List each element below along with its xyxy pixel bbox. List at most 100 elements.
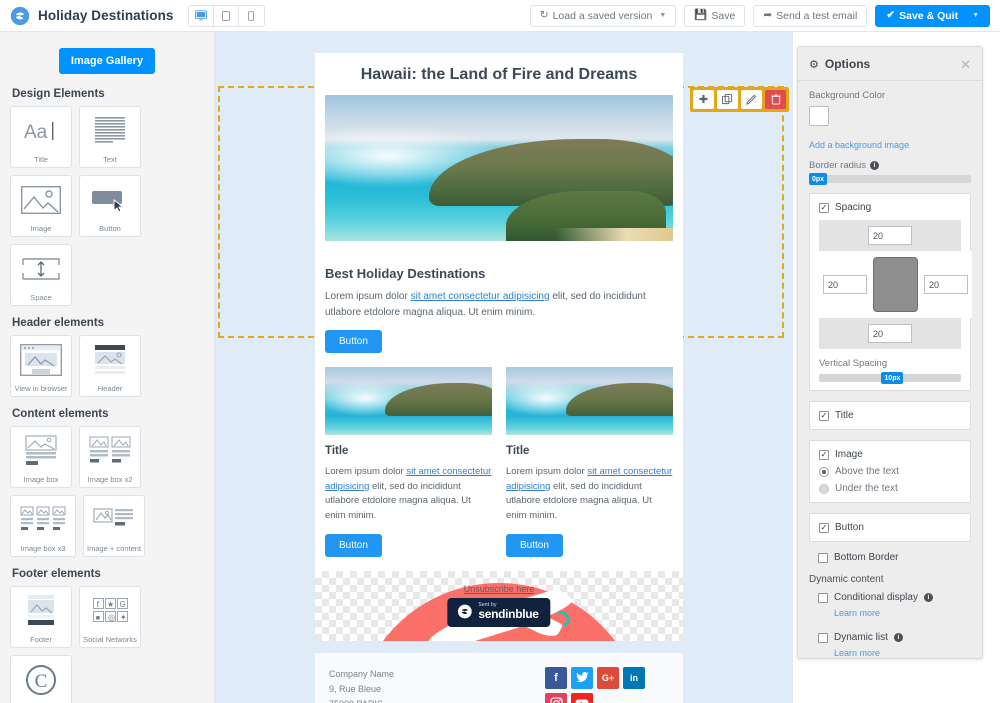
email-footer-block[interactable]: Company Name 9, Rue Bleue 75009 PARIS co…: [315, 652, 683, 703]
element-tile-space[interactable]: Space: [10, 244, 72, 306]
send-test-email-button[interactable]: ➦ Send a test email: [753, 4, 868, 27]
image-above-text-label: Above the text: [835, 466, 899, 477]
spacing-left-input[interactable]: [823, 275, 867, 294]
vertical-spacing-value[interactable]: 10px: [881, 372, 904, 384]
history-icon: ↻: [539, 9, 549, 22]
element-tile-button[interactable]: Button: [79, 175, 141, 237]
bottom-border-checkbox[interactable]: [818, 552, 828, 563]
element-tile-copyright[interactable]: C Copyright: [10, 655, 72, 703]
element-tile-view-in-browser[interactable]: View in browser: [10, 335, 72, 397]
youtube-icon[interactable]: [571, 692, 593, 703]
button-option-label: Button: [835, 522, 864, 533]
button-toggle-row[interactable]: Button: [819, 522, 961, 533]
title-checkbox[interactable]: [819, 410, 829, 421]
border-radius-slider[interactable]: 0px: [809, 173, 971, 185]
column-right-image[interactable]: [506, 367, 673, 435]
image-gallery-button[interactable]: Image Gallery: [58, 48, 156, 74]
add-block-button[interactable]: ✚: [693, 90, 714, 109]
image-above-text-row[interactable]: Above the text: [819, 466, 961, 477]
dynamic-list-row[interactable]: Dynamic list i: [818, 632, 971, 643]
border-radius-value[interactable]: 0px: [809, 173, 828, 185]
image-under-text-radio[interactable]: [819, 483, 829, 494]
conditional-display-learn-more-link[interactable]: Learn more: [834, 608, 880, 618]
sendinblue-name: sendinblue: [478, 607, 539, 622]
element-tile-image-box-x3[interactable]: Image box x3: [10, 495, 76, 557]
column-right-cta-button[interactable]: Button: [506, 533, 563, 557]
spacing-checkbox[interactable]: [819, 202, 829, 213]
linkedin-icon[interactable]: in: [623, 666, 645, 689]
instagram-icon[interactable]: [545, 692, 567, 703]
dynamic-list-learn-more-link[interactable]: Learn more: [834, 648, 880, 658]
bottom-border-row[interactable]: Bottom Border: [818, 552, 971, 563]
top-toolbar: Holiday Destinations ↻ Load a saved vers…: [0, 0, 1000, 32]
element-tile-header[interactable]: Header: [79, 335, 141, 397]
background-color-swatch[interactable]: [809, 106, 829, 126]
desktop-preview-button[interactable]: [188, 5, 214, 26]
close-icon[interactable]: ✕: [960, 58, 971, 71]
social-grid-icon: f ★ G ■ ◎ ✦: [80, 587, 140, 636]
info-icon[interactable]: i: [893, 633, 903, 642]
twitter-icon[interactable]: [571, 666, 593, 689]
info-icon[interactable]: i: [870, 161, 880, 170]
vertical-spacing-slider[interactable]: 10px: [819, 372, 961, 384]
column-left[interactable]: Title Lorem ipsum dolor sit amet consect…: [325, 367, 492, 557]
desktop-icon: [194, 10, 207, 21]
hero-image-block[interactable]: [315, 95, 683, 255]
image-above-text-radio[interactable]: [819, 466, 829, 477]
element-tile-text[interactable]: Text: [79, 106, 141, 168]
social-links: f G+ in: [545, 666, 669, 703]
edit-block-button[interactable]: [741, 90, 762, 109]
facebook-icon[interactable]: f: [545, 666, 567, 689]
image-toggle-row[interactable]: Image: [819, 449, 961, 460]
save-and-quit-button[interactable]: ✔ Save & Quit ▼: [875, 4, 990, 27]
button-checkbox[interactable]: [819, 522, 829, 533]
add-background-image-link[interactable]: Add a background image: [809, 140, 909, 150]
info-icon[interactable]: i: [923, 593, 933, 602]
element-tile-image-plus-content[interactable]: Image + content: [83, 495, 145, 557]
element-tile-title[interactable]: Aa Title: [10, 106, 72, 168]
hero-cta-button[interactable]: Button: [325, 330, 382, 353]
duplicate-block-button[interactable]: [717, 90, 738, 109]
sendinblue-badge[interactable]: Sent by sendinblue: [447, 597, 551, 627]
column-right[interactable]: Title Lorem ipsum dolor sit amet consect…: [506, 367, 673, 557]
element-tile-social-networks[interactable]: f ★ G ■ ◎ ✦ Social Networks: [79, 586, 141, 648]
dynamic-list-checkbox[interactable]: [818, 632, 828, 643]
chevron-down-icon: ▼: [659, 12, 667, 19]
dynamic-content-label: Dynamic content: [809, 574, 884, 585]
conditional-display-row[interactable]: Conditional display i: [818, 592, 971, 603]
hero-text-block[interactable]: Best Holiday Destinations Lorem ipsum do…: [315, 255, 683, 353]
image-under-text-row[interactable]: Under the text: [819, 483, 961, 494]
spacing-toggle-row[interactable]: Spacing: [819, 202, 961, 213]
mobile-preview-button[interactable]: [238, 5, 264, 26]
conditional-display-checkbox[interactable]: [818, 592, 828, 603]
unsubscribe-link[interactable]: Unsubscribe here: [315, 584, 683, 594]
save-button[interactable]: 💾 Save: [684, 4, 746, 27]
google-plus-icon[interactable]: G+: [597, 666, 619, 689]
image-checkbox[interactable]: [819, 449, 829, 460]
delete-block-button[interactable]: [765, 90, 786, 109]
hero-image[interactable]: [325, 95, 673, 241]
plus-icon: ✚: [698, 94, 709, 106]
hero-heading: Best Holiday Destinations: [325, 266, 486, 281]
hero-inline-link[interactable]: sit amet consectetur adipisicing: [411, 291, 550, 302]
top-actions: ↻ Load a saved version ▼ 💾 Save ➦ Send a…: [529, 4, 990, 27]
load-saved-version-button[interactable]: ↻ Load a saved version ▼: [529, 4, 677, 27]
spacing-top-input[interactable]: [868, 226, 912, 245]
title-toggle-row[interactable]: Title: [819, 410, 961, 421]
element-tile-image[interactable]: Image: [10, 175, 72, 237]
spacing-preview-box: [873, 257, 918, 312]
element-tile-image-box[interactable]: Image box: [10, 426, 72, 488]
email-header-block[interactable]: Hawaii: the Land of Fire and Dreams: [315, 53, 683, 95]
two-column-block[interactable]: Title Lorem ipsum dolor sit amet consect…: [315, 353, 683, 571]
column-left-image[interactable]: [325, 367, 492, 435]
email-canvas[interactable]: ✚ Hawaii: the Land of Fire and Dreams Be…: [215, 32, 793, 703]
browser-window-icon: [11, 336, 71, 385]
element-tile-image-box-x2[interactable]: Image box x2: [79, 426, 141, 488]
tablet-preview-button[interactable]: [213, 5, 239, 26]
section-title-content: Content elements: [12, 408, 109, 420]
spacing-right-input[interactable]: [924, 275, 968, 294]
column-left-cta-button[interactable]: Button: [325, 533, 382, 557]
spacing-bottom-input[interactable]: [868, 324, 912, 343]
element-tile-footer[interactable]: Footer: [10, 586, 72, 648]
svg-text:✦: ✦: [120, 613, 127, 622]
